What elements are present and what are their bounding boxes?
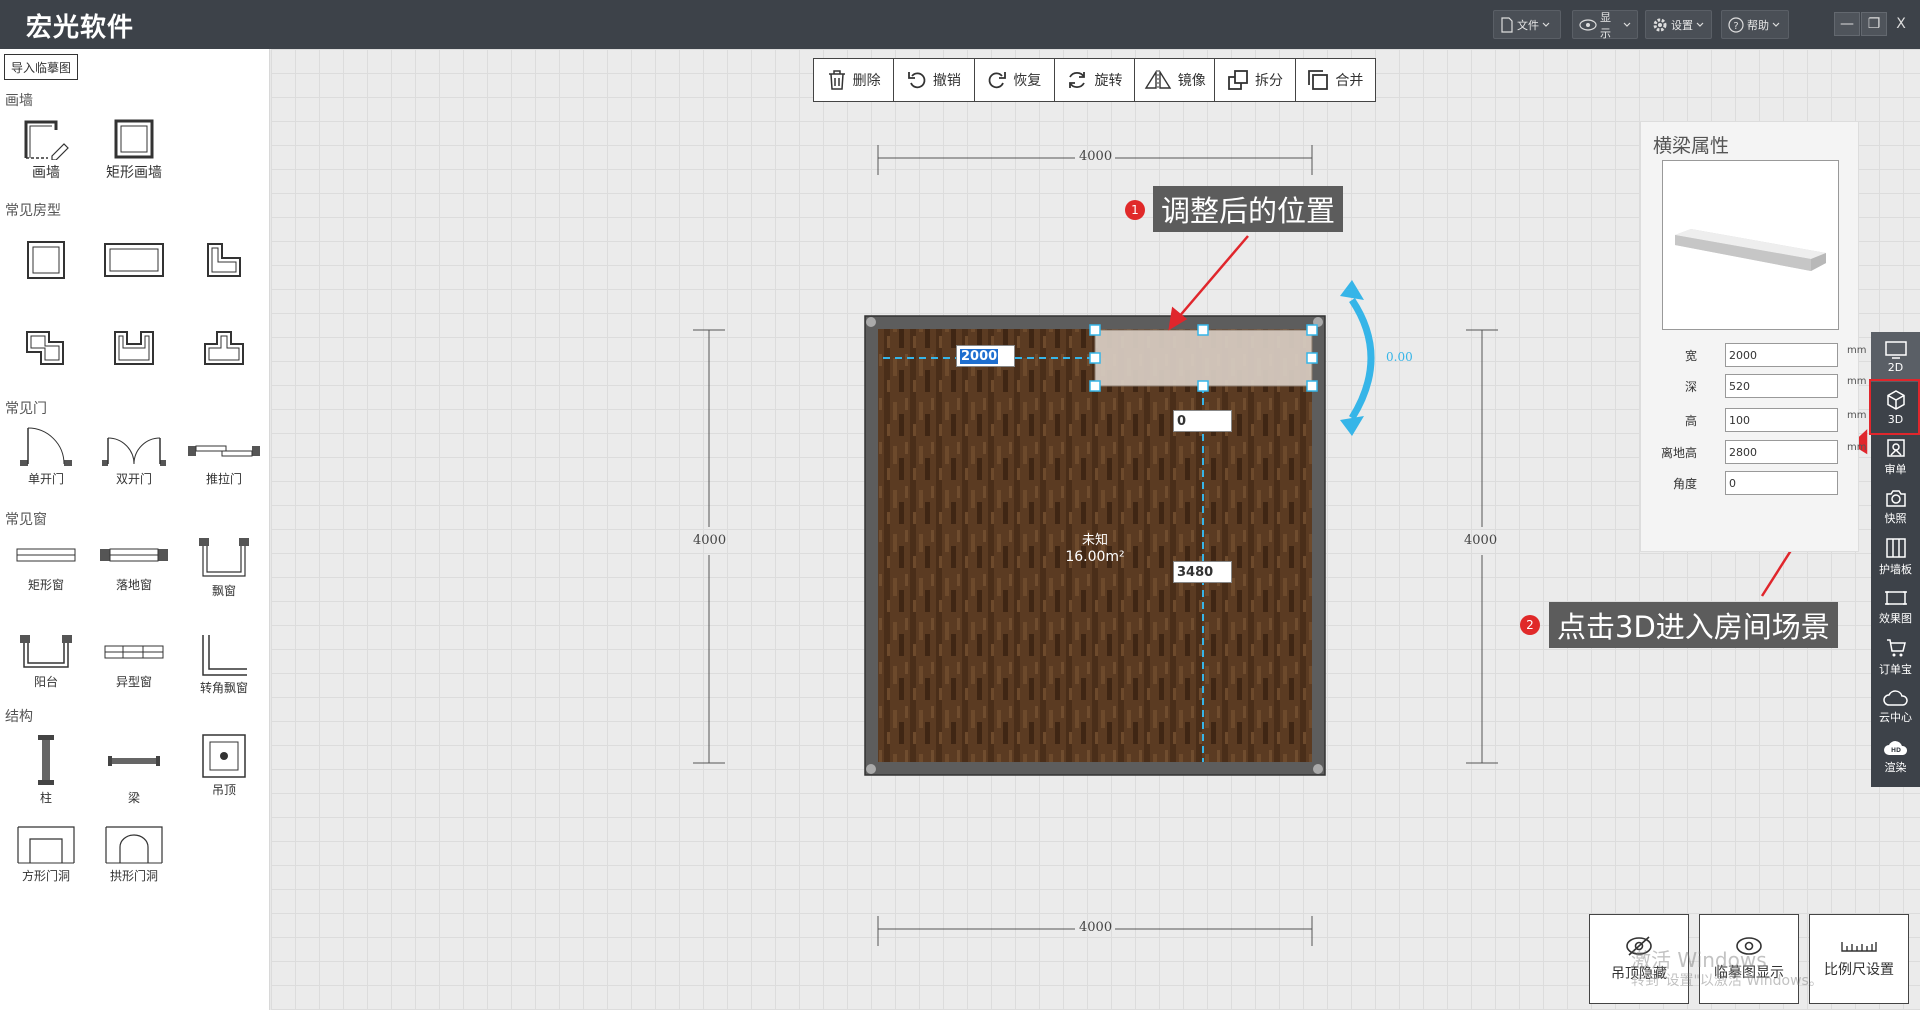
svg-text:HD: HD (1890, 747, 1900, 754)
render-label: 渲染 (1884, 761, 1907, 774)
redo-icon (988, 72, 1007, 89)
dimension-top-label: 4000 (1079, 149, 1113, 164)
snapshot-button[interactable]: 快照 (1871, 482, 1920, 532)
prop-height-label: 高 (1684, 414, 1697, 428)
prop-width-unit: mm (1847, 345, 1867, 356)
render-image-button[interactable]: 效果图 (1871, 582, 1920, 632)
prop-width-input[interactable]: 2000 (1725, 343, 1838, 367)
frame-icon (1884, 591, 1907, 605)
prop-depth-input[interactable]: 520 (1725, 374, 1838, 398)
prop-angle-label: 角度 (1672, 477, 1697, 491)
scale-settings-button[interactable]: 比例尺设置 (1809, 914, 1909, 1004)
delete-button[interactable]: 删除 (814, 59, 895, 101)
trash-icon (828, 70, 845, 90)
merge-button[interactable]: 合并 (1296, 59, 1375, 101)
beam-preview (1662, 160, 1839, 330)
cloud-button[interactable]: 云中心 (1871, 682, 1920, 732)
wall-corner-bl[interactable] (866, 764, 876, 774)
audit-icon (1886, 439, 1905, 457)
undo-label: 撤销 (932, 73, 961, 89)
annotation-callout-1: 调整后的位置 (1153, 186, 1344, 232)
annotation-callout-2: 点击3D进入房间场景 (1549, 602, 1838, 648)
merge-label: 合并 (1335, 73, 1364, 89)
split-icon (1228, 70, 1248, 90)
cart-icon (1886, 639, 1906, 657)
cloud-label: 云中心 (1879, 711, 1912, 724)
wall-corner-tl[interactable] (866, 317, 876, 327)
beam-3d-preview-icon (1675, 229, 1826, 271)
scale-settings-label: 比例尺设置 (1824, 962, 1894, 978)
prop-elevation-input[interactable]: 2800 (1725, 440, 1838, 464)
cloud-icon (1882, 690, 1908, 706)
room-name: 未知 (1081, 533, 1108, 548)
room-area: 16.00m² (1065, 549, 1125, 565)
mirror-button[interactable]: 镜像 (1135, 59, 1216, 101)
ruler-icon (1841, 942, 1877, 952)
undo-button[interactable]: 撤销 (894, 59, 975, 101)
prop-row-width: 宽 2000 mm (1641, 341, 1866, 369)
annotation-badge-1: 1 (1125, 200, 1145, 220)
dimension-right-label: 4000 (1464, 533, 1498, 548)
prop-depth-unit: mm (1847, 376, 1867, 387)
prop-row-depth: 深 520 mm (1641, 372, 1866, 400)
audit-label: 审单 (1884, 463, 1907, 476)
annotation-badge-2: 2 (1520, 615, 1540, 635)
rotate-label: 旋转 (1094, 73, 1123, 89)
audit-button[interactable]: 审单 (1871, 432, 1920, 482)
beam-element[interactable] (1094, 329, 1313, 387)
prop-angle-input[interactable]: 0 (1725, 471, 1838, 495)
dimension-left-label: 4000 (693, 533, 727, 548)
redo-label: 恢复 (1013, 73, 1042, 89)
order-label: 订单宝 (1879, 663, 1912, 676)
undo-icon (908, 72, 926, 89)
render-button[interactable]: HD 渲染 (1871, 732, 1920, 782)
prop-width-label: 宽 (1684, 349, 1697, 363)
edit-toolbar: 删除 撤销 恢复 旋转 镜像 拆分 合并 (813, 58, 1376, 102)
delete-label: 删除 (852, 73, 881, 89)
split-label: 拆分 (1255, 73, 1284, 89)
prop-row-angle: 角度 0 (1641, 469, 1860, 497)
render-image-label: 效果图 (1879, 612, 1912, 625)
wall-panel-label: 护墙板 (1879, 563, 1912, 576)
snapshot-label: 快照 (1884, 512, 1907, 525)
monitor-icon (1884, 340, 1907, 359)
prop-elevation-label: 离地高 (1660, 446, 1697, 460)
wall-panel-button[interactable]: 护墙板 (1871, 532, 1920, 582)
rotate-icon (1069, 71, 1086, 89)
prop-depth-label: 深 (1684, 380, 1697, 394)
rotate-button[interactable]: 旋转 (1055, 59, 1136, 101)
mirror-icon (1144, 70, 1172, 90)
rotate-handle[interactable] (1340, 280, 1375, 436)
wall-corner-br[interactable] (1313, 764, 1323, 774)
beam-properties-panel: 横梁属性 宽 2000 mm 深 520 mm 高 100 mm 离地高 280… (1640, 121, 1866, 552)
view-2d-button[interactable]: 2D (1871, 332, 1920, 382)
wall-panel-icon (1885, 538, 1906, 558)
redo-button[interactable]: 恢复 (975, 59, 1055, 101)
beam-offset-input[interactable]: 0 (1173, 410, 1232, 432)
annotation-arrow-1 (1168, 235, 1249, 331)
hd-cloud-icon: HD (1883, 741, 1907, 755)
beam-width-input[interactable]: 2000 (956, 345, 1015, 367)
mirror-label: 镜像 (1177, 73, 1206, 89)
camera-icon (1885, 490, 1906, 507)
prop-row-height: 高 100 mm (1641, 406, 1866, 434)
rotation-angle-label: 0.00 (1386, 350, 1413, 364)
order-button[interactable]: 订单宝 (1871, 632, 1920, 682)
watermark-title: 激活 Windows (1631, 948, 1767, 972)
merge-icon (1308, 70, 1329, 90)
beam-width-value: 2000 (960, 348, 999, 364)
prop-row-elevation: 离地高 2800 mm (1641, 438, 1866, 466)
view-2d-label: 2D (1887, 360, 1904, 374)
prop-height-unit: mm (1847, 410, 1867, 421)
split-button[interactable]: 拆分 (1215, 59, 1296, 101)
prop-height-input[interactable]: 100 (1725, 408, 1838, 432)
dimension-bottom-label: 4000 (1079, 920, 1113, 935)
watermark-subtitle: 转到"设置"以激活 Windows。 (1631, 973, 1823, 989)
props-title: 横梁属性 (1653, 135, 1730, 157)
floor-plan[interactable] (0, 0, 1920, 1010)
view-3d-highlight (1869, 379, 1920, 435)
beam-distance-input[interactable]: 3480 (1173, 561, 1232, 583)
prop-elevation-unit: mm (1847, 442, 1867, 453)
